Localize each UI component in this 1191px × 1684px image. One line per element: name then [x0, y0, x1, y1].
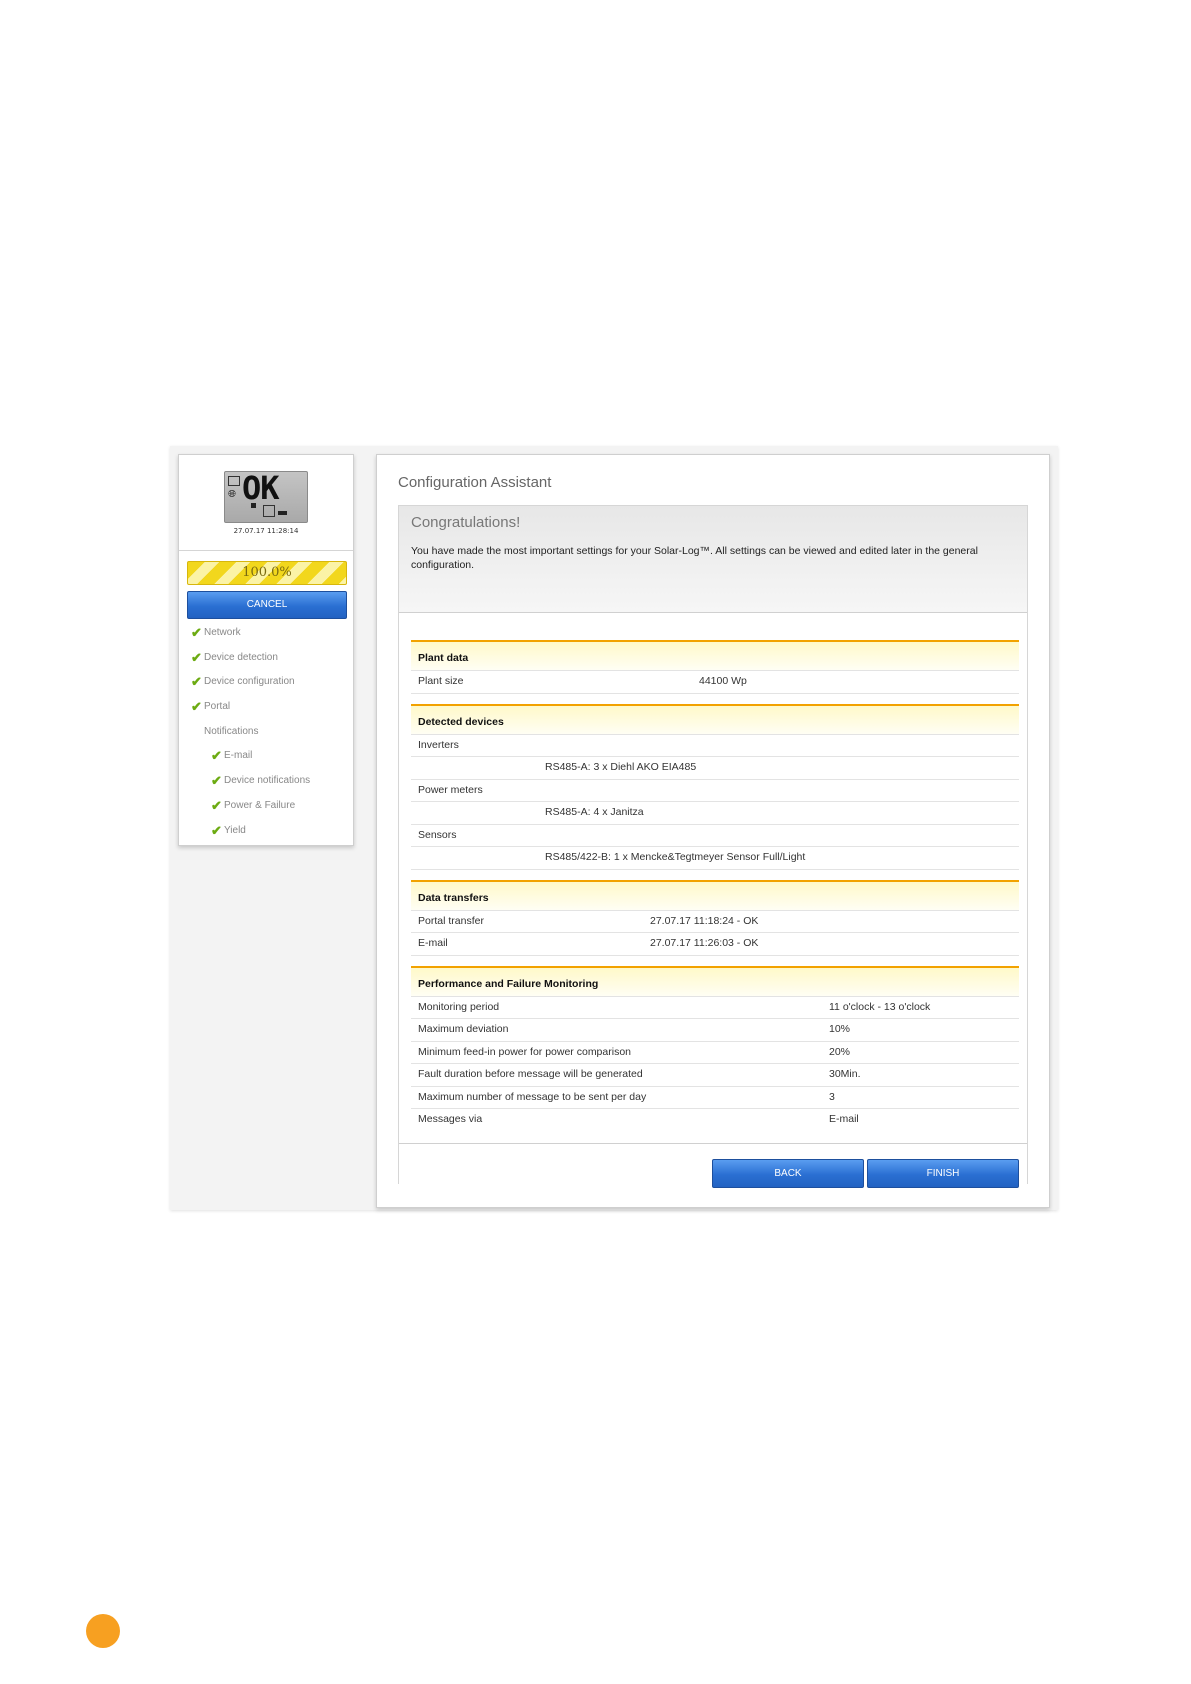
step-device-notifications[interactable]: ✔ Device notifications: [179, 769, 353, 794]
step-label: Device configuration: [204, 676, 295, 688]
table-row: Portal transfer 27.07.17 11:18:24 - OK: [411, 911, 1019, 933]
lcd-device-icon: [263, 505, 275, 517]
row-value: 11 o'clock - 13 o'clock: [829, 1000, 931, 1013]
check-icon: ✔: [191, 625, 202, 640]
table-row: Maximum deviation 10%: [411, 1019, 1019, 1042]
step-notifications[interactable]: Notifications: [179, 720, 353, 745]
row-label: Messages via: [418, 1113, 483, 1125]
table-row: Power meters: [411, 780, 1019, 802]
step-label: Notifications: [204, 725, 259, 737]
table-row: RS485-A: 3 x Diehl AKO EIA485: [411, 757, 1019, 780]
step-yield[interactable]: ✔ Yield: [179, 819, 353, 844]
progress-bar: 100.0%: [187, 561, 347, 585]
congratulations-heading: Congratulations!: [411, 514, 521, 531]
back-button[interactable]: BACK: [712, 1159, 864, 1188]
page-marker-dot: [86, 1614, 120, 1648]
table-row: Sensors: [411, 825, 1019, 847]
section-header-detected-devices: Detected devices: [411, 703, 1019, 735]
divider: [179, 550, 353, 551]
table-row: RS485-A: 4 x Janitza: [411, 802, 1019, 825]
step-label: Device detection: [204, 651, 278, 663]
check-icon: ✔: [191, 674, 202, 690]
row-label: Plant size: [418, 675, 464, 687]
lcd-timestamp: 27.07.17 11:28:14: [233, 527, 299, 535]
step-device-detection[interactable]: ✔ Device detection: [179, 646, 353, 671]
row-label: Minimum feed-in power for power comparis…: [418, 1045, 631, 1058]
row-value: RS485-A: 3 x Diehl AKO EIA485: [545, 761, 697, 773]
step-label: Power & Failure: [224, 799, 296, 811]
row-label: E-mail: [418, 937, 448, 949]
check-icon: ✔: [211, 773, 222, 789]
row-value: 27.07.17 11:26:03 - OK: [650, 937, 759, 949]
row-label: Portal transfer: [418, 914, 484, 927]
step-label: Network: [204, 627, 241, 638]
table-row: Monitoring period 11 o'clock - 13 o'cloc…: [411, 997, 1019, 1019]
row-value: 3: [829, 1090, 835, 1103]
section-header-plant-data: Plant data: [411, 640, 1019, 671]
congratulations-banner: Congratulations! You have made the most …: [399, 506, 1027, 613]
configuration-assistant-panel: Configuration Assistant Congratulations!…: [376, 454, 1050, 1208]
row-label: Monitoring period: [418, 1000, 500, 1013]
row-label: Power meters: [418, 783, 483, 796]
screenshot-frame: 🌐︎ OK 27.07.17 11:28:14 100.0% CANCEL ✔ …: [170, 446, 1058, 1210]
row-value: RS485-A: 4 x Janitza: [545, 806, 644, 818]
row-value: 10%: [829, 1023, 851, 1035]
table-row: Minimum feed-in power for power comparis…: [411, 1042, 1019, 1064]
table-row: E-mail 27.07.17 11:26:03 - OK: [411, 933, 1019, 956]
finish-button[interactable]: FINISH: [867, 1159, 1019, 1188]
row-label: Maximum deviation: [418, 1023, 509, 1035]
row-value: RS485/422-B: 1 x Mencke&Tegtmeyer Sensor…: [545, 851, 806, 863]
step-power-failure[interactable]: ✔ Power & Failure: [179, 794, 353, 819]
summary-box: Congratulations! You have made the most …: [398, 505, 1028, 1188]
table-row: Messages via E-mail: [411, 1109, 1019, 1131]
row-value: 30Min.: [829, 1068, 861, 1080]
row-value: 27.07.17 11:18:24 - OK: [650, 914, 759, 927]
step-portal[interactable]: ✔ Portal: [179, 695, 353, 720]
row-label: Maximum number of message to be sent per…: [418, 1090, 647, 1103]
table-row: Fault duration before message will be ge…: [411, 1064, 1019, 1087]
row-label: Fault duration before message will be ge…: [418, 1068, 643, 1080]
lcd-status-text: OK: [242, 469, 280, 507]
row-label: Inverters: [418, 738, 459, 751]
wizard-sidebar: 🌐︎ OK 27.07.17 11:28:14 100.0% CANCEL ✔ …: [178, 454, 354, 846]
footer-divider: [399, 1143, 1027, 1144]
step-label: E-mail: [224, 750, 253, 762]
section-header-monitoring: Performance and Failure Monitoring: [411, 965, 1019, 997]
row-value: 44100 Wp: [699, 675, 747, 687]
row-value: E-mail: [829, 1113, 859, 1125]
check-icon: ✔: [211, 748, 222, 764]
step-label: Device notifications: [224, 775, 311, 787]
check-icon: ✔: [191, 649, 202, 665]
table-row: RS485/422-B: 1 x Mencke&Tegtmeyer Sensor…: [411, 847, 1019, 870]
cancel-button[interactable]: CANCEL: [187, 591, 347, 619]
summary-content: Plant data Plant size 44100 Wp Detected …: [411, 640, 1019, 1131]
lcd-display: 🌐︎ OK: [224, 469, 308, 523]
table-row: Inverters: [411, 735, 1019, 757]
step-device-configuration[interactable]: ✔ Device configuration: [179, 670, 353, 695]
lcd-chart-icon: [228, 476, 240, 486]
wizard-steps: ✔ Network ✔ Device detection ✔ Device co…: [179, 621, 353, 843]
row-label: Sensors: [418, 828, 457, 841]
globe-icon: 🌐︎: [228, 489, 236, 500]
lcd-bars-icon: [278, 511, 287, 515]
step-network[interactable]: ✔ Network: [179, 621, 353, 646]
step-label: Yield: [224, 824, 246, 836]
check-icon: ✔: [191, 699, 202, 715]
step-label: Portal: [204, 701, 231, 713]
step-email[interactable]: ✔ E-mail: [179, 744, 353, 769]
check-icon: ✔: [211, 797, 222, 813]
section-header-data-transfers: Data transfers: [411, 879, 1019, 911]
check-icon: ✔: [211, 822, 222, 838]
table-row: Maximum number of message to be sent per…: [411, 1087, 1019, 1109]
lcd-indicator-icon: [251, 503, 256, 508]
row-value: 20%: [829, 1045, 851, 1058]
congratulations-text: You have made the most important setting…: [411, 545, 978, 571]
page-title: Configuration Assistant: [398, 474, 552, 491]
table-row: Plant size 44100 Wp: [411, 671, 1019, 694]
